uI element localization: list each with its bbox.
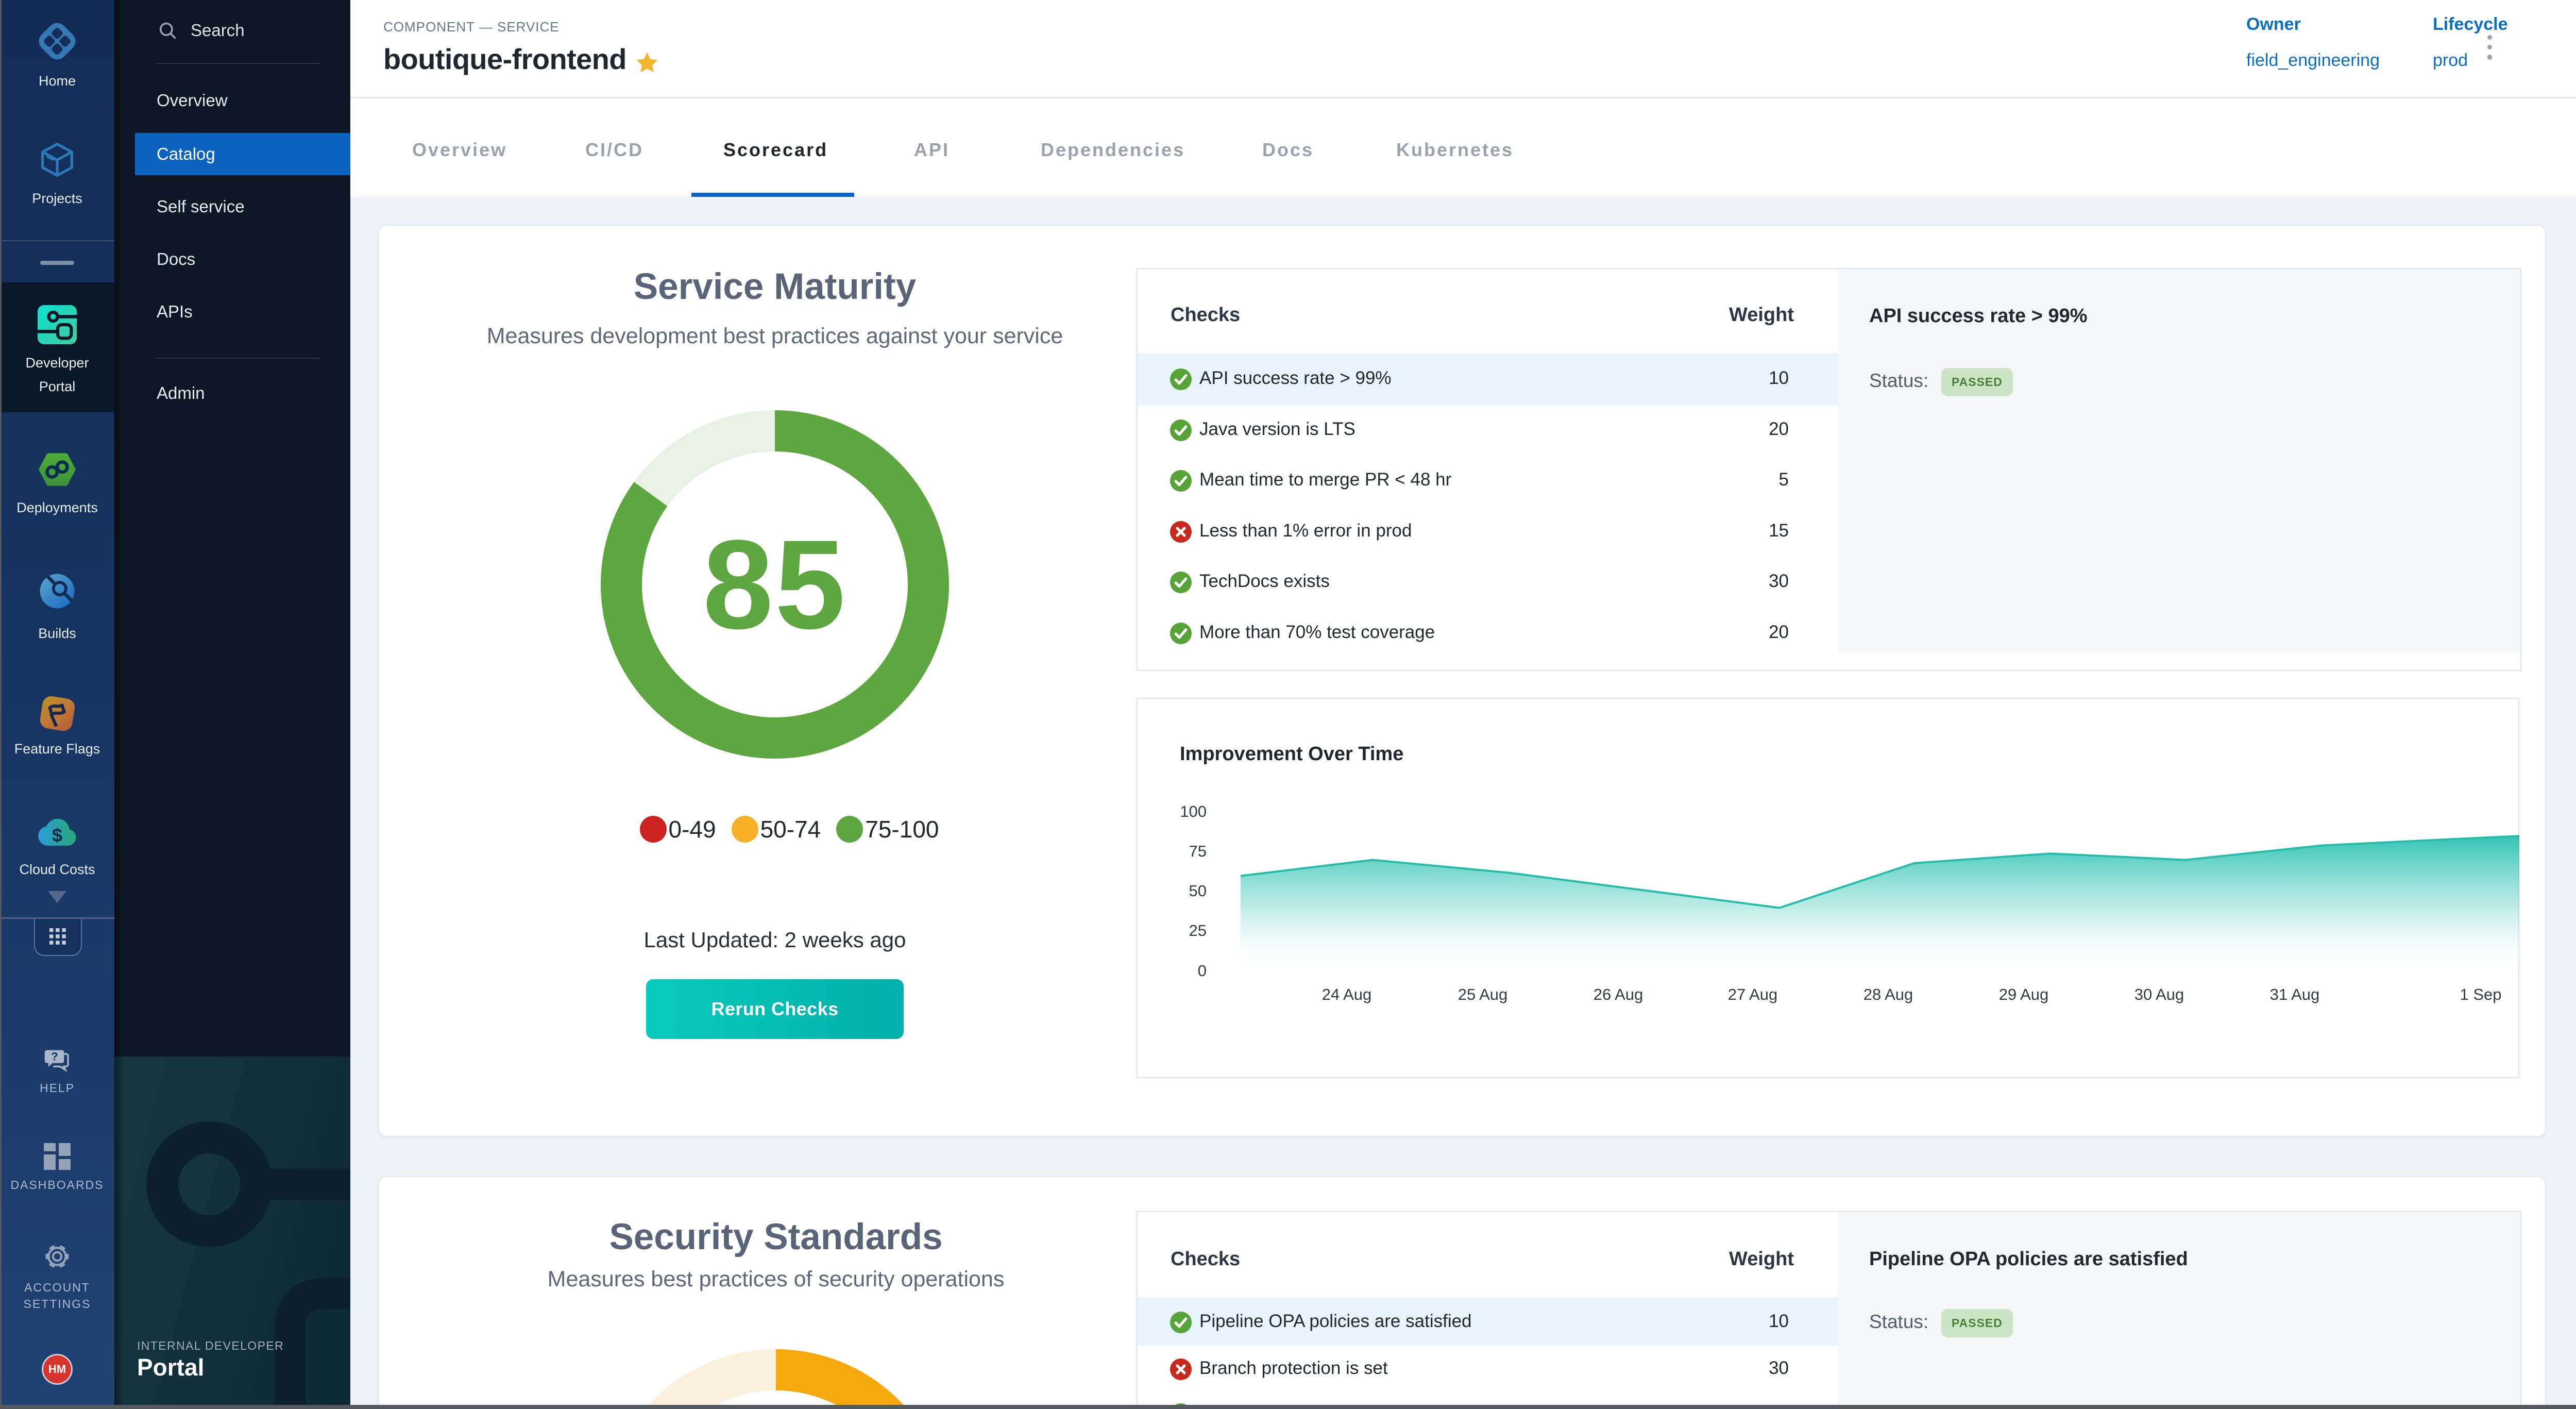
svg-text:?: ? [51, 1050, 58, 1063]
svg-text:$: $ [52, 825, 62, 846]
